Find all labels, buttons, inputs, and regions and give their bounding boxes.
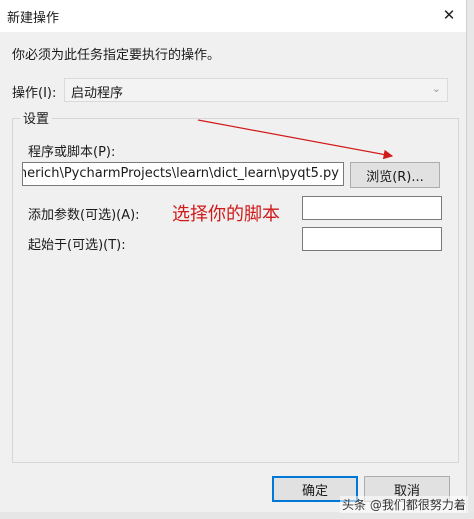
annotation-arrow (197, 119, 394, 160)
watermark-text: 头条 @我们都很努力着 (340, 496, 468, 513)
annotation-text: 选择你的脚本 (172, 204, 280, 225)
window-bottom-edge (0, 512, 474, 519)
